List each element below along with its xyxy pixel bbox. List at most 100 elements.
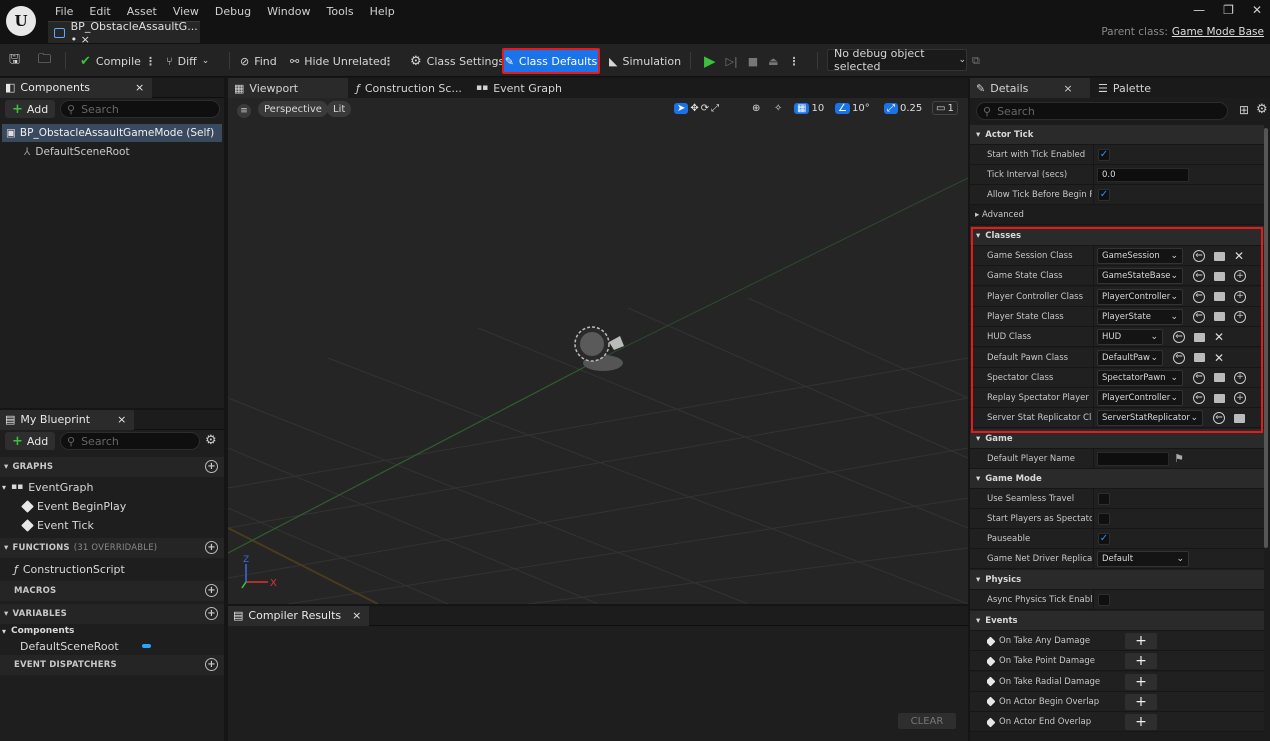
class-combo[interactable]: PlayerController ⌄ [1097, 390, 1183, 407]
close-icon[interactable]: × [117, 413, 126, 426]
details-scrollbar[interactable] [1264, 128, 1268, 548]
add-member-button[interactable]: + Add [5, 432, 56, 450]
menu-window[interactable]: Window [259, 5, 318, 18]
use-selected-icon[interactable]: ⇐ [1173, 331, 1185, 344]
components-group[interactable]: ▾ Components [2, 624, 74, 638]
browse-folder-icon[interactable] [1194, 332, 1205, 342]
pauseable-checkbox[interactable]: ✓ [1098, 533, 1110, 545]
close-icon[interactable]: × [1063, 82, 1072, 95]
close-window-icon[interactable]: ✕ [1252, 3, 1262, 17]
parent-class-link[interactable]: Game Mode Base [1172, 26, 1264, 38]
event-dispatchers-section[interactable]: EVENT DISPATCHERS + [0, 655, 224, 675]
advanced-row[interactable]: ▸ Advanced [970, 205, 1264, 225]
event-tick-item[interactable]: Event Tick [21, 516, 94, 534]
add-event-button[interactable]: + [1125, 714, 1157, 731]
class-combo[interactable]: SpectatorPawn ⌄ [1097, 369, 1183, 386]
use-selected-icon[interactable]: ⇐ [1193, 250, 1205, 262]
step-icon[interactable]: ▷| [726, 55, 738, 68]
menu-edit[interactable]: Edit [81, 5, 118, 18]
use-selected-icon[interactable]: ⇐ [1173, 351, 1185, 364]
tab-compiler-results[interactable]: ▤ Compiler Results × [228, 605, 370, 626]
construction-script-item[interactable]: ƒ ConstructionScript [14, 560, 125, 578]
find-button[interactable]: ⊘ Find [240, 50, 277, 72]
tab-details[interactable]: ✎ Details × [970, 78, 1090, 98]
stop-icon[interactable]: ■ [748, 55, 758, 68]
browse-folder-icon[interactable] [1214, 292, 1225, 302]
actor-tick-category[interactable]: ▾ Actor Tick [970, 125, 1264, 145]
add-class-icon[interactable]: + [1234, 270, 1246, 283]
clear-button[interactable]: CLEAR [898, 713, 956, 729]
close-icon[interactable]: × [135, 81, 144, 94]
lit-button[interactable]: Lit [327, 101, 352, 117]
default-scene-root-variable[interactable]: DefaultSceneRoot [20, 637, 200, 655]
add-component-button[interactable]: + Add [5, 100, 56, 118]
class-combo[interactable]: PlayerController ⌄ [1097, 288, 1183, 305]
minimize-icon[interactable]: — [1193, 3, 1205, 17]
rotation-snap-button[interactable]: ∠ 10° [835, 101, 870, 115]
diff-button[interactable]: ⑂ Diff ⌄ [166, 50, 209, 72]
add-variable-icon[interactable]: + [205, 607, 218, 620]
class-settings-button[interactable]: ⚙ Class Settings [410, 50, 504, 72]
menu-view[interactable]: View [165, 5, 207, 18]
components-search-input[interactable]: ⚲ Search [60, 100, 220, 118]
functions-section[interactable]: ▾ FUNCTIONS (31 OVERRIDABLE) + [0, 538, 224, 558]
add-class-icon[interactable]: + [1234, 310, 1246, 323]
save-button[interactable]: 🖫 [9, 50, 20, 72]
graphs-section[interactable]: ▾ GRAPHS + [0, 457, 224, 477]
tab-my-blueprint[interactable]: ▤ My Blueprint × [0, 409, 135, 430]
add-macro-icon[interactable]: + [205, 584, 218, 597]
gear-icon[interactable]: ⚙ [205, 433, 217, 448]
maximize-icon[interactable]: ❐ [1223, 3, 1234, 17]
allow-tick-checkbox[interactable]: ✓ [1098, 189, 1110, 201]
scale-tool-icon[interactable]: ⤢ [711, 103, 719, 114]
default-player-name-input[interactable] [1097, 452, 1169, 466]
macros-section[interactable]: MACROS + [0, 581, 224, 601]
details-search-input[interactable]: ⚲ Search [976, 102, 1228, 120]
property-matrix-icon[interactable]: ⊞ [1239, 103, 1249, 117]
move-tool-icon[interactable]: ✥ [690, 103, 698, 114]
component-root-item[interactable]: ⅄ DefaultSceneRoot [24, 144, 130, 160]
clear-icon[interactable]: ✕ [1234, 249, 1244, 263]
class-combo[interactable]: GameSession ⌄ [1097, 248, 1183, 264]
simulation-button[interactable]: ◣ Simulation [609, 50, 681, 72]
add-dispatcher-icon[interactable]: + [205, 658, 218, 671]
tab-event-graph[interactable]: ▪▪ Event Graph [470, 78, 568, 98]
compile-options-icon[interactable]: ⋮ [145, 50, 156, 72]
tab-palette[interactable]: ☰ Palette [1092, 78, 1157, 98]
hide-options-icon[interactable]: ⋮ [383, 50, 394, 72]
class-defaults-button[interactable]: ✎ Class Defaults [502, 48, 600, 74]
async-physics-checkbox[interactable] [1098, 594, 1110, 606]
menu-help[interactable]: Help [362, 5, 403, 18]
tab-components[interactable]: ◧ Components × [0, 77, 153, 98]
viewport-scene[interactable]: X Z [228, 98, 968, 604]
rotate-tool-icon[interactable]: ⟳ [701, 103, 709, 114]
use-selected-icon[interactable]: ⇐ [1193, 290, 1205, 303]
clear-icon[interactable]: ✕ [1214, 351, 1224, 365]
class-combo[interactable]: GameStateBase ⌄ [1097, 268, 1183, 285]
browse-button[interactable]: 🗀 [38, 50, 51, 72]
browse-folder-icon[interactable] [1234, 413, 1245, 423]
browse-folder-icon[interactable] [1194, 353, 1205, 362]
browse-folder-icon[interactable] [1214, 373, 1225, 383]
compile-button[interactable]: ✔ Compile [80, 50, 141, 72]
class-combo[interactable]: HUD ⌄ [1097, 329, 1163, 346]
physics-category[interactable]: ▾ Physics [970, 570, 1264, 590]
flag-icon[interactable]: ⚑ [1174, 452, 1184, 465]
use-selected-icon[interactable]: ⇐ [1193, 392, 1205, 405]
seamless-travel-checkbox[interactable] [1098, 493, 1110, 505]
variables-section[interactable]: ▾ VARIABLES + [0, 604, 224, 624]
menu-asset[interactable]: Asset [119, 5, 165, 18]
clear-icon[interactable]: ✕ [1214, 330, 1224, 344]
camera-speed-button[interactable]: ▭ 1 [932, 101, 958, 115]
browse-folder-icon[interactable] [1214, 271, 1225, 281]
add-class-icon[interactable]: + [1234, 371, 1246, 384]
close-icon[interactable]: × [352, 609, 361, 622]
add-event-button[interactable]: + [1125, 693, 1157, 710]
hide-unrelated-button[interactable]: ⚯ Hide Unrelated [290, 50, 387, 72]
scale-snap-button[interactable]: ⤢ 0.25 [884, 101, 922, 115]
add-graph-icon[interactable]: + [205, 460, 218, 473]
use-selected-icon[interactable]: ⇐ [1193, 270, 1205, 283]
start-with-tick-checkbox[interactable]: ✓ [1098, 149, 1110, 161]
select-tool-icon[interactable]: ➤ [674, 102, 689, 114]
document-tab[interactable]: BP_ObstacleAssaultG... • × [48, 20, 200, 46]
